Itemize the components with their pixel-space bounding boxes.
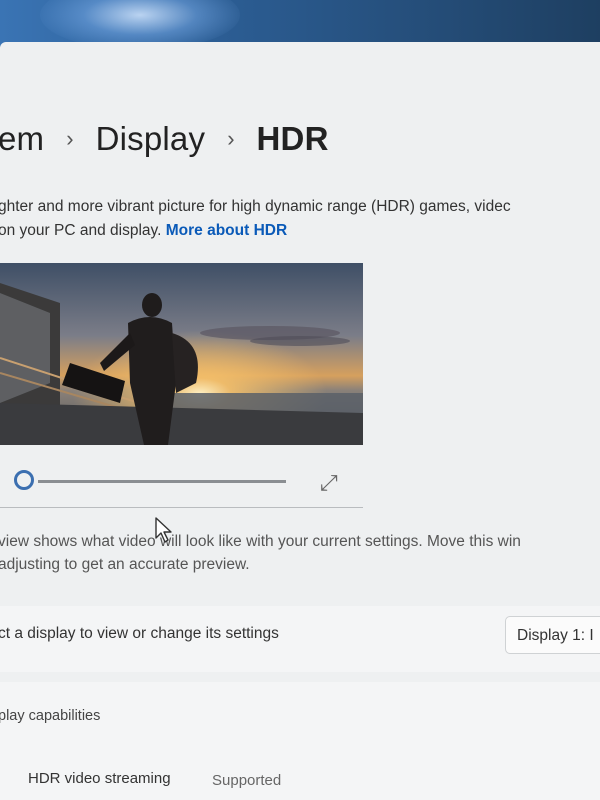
hdr-video-preview[interactable] — [0, 263, 363, 445]
mouse-pointer-icon — [155, 517, 172, 543]
preview-hint: view shows what video will look like wit… — [0, 530, 521, 576]
display-select-label: ct a display to view or change its setti… — [0, 625, 279, 642]
more-about-hdr-link[interactable]: More about HDR — [166, 222, 287, 239]
breadcrumb-item-system[interactable]: em — [0, 120, 44, 158]
breadcrumb-item-display[interactable]: Display — [96, 120, 206, 158]
description-line-2: on your PC and display. More about HDR — [0, 219, 600, 243]
description-line-2-text: on your PC and display. — [0, 222, 162, 239]
capability-label-hdr-video-streaming: HDR video streaming — [28, 770, 171, 787]
display-dropdown[interactable]: Display 1: I — [505, 616, 600, 654]
capability-value-hdr-video-streaming: Supported — [212, 772, 282, 789]
hdr-description: ghter and more vibrant picture for high … — [0, 195, 600, 243]
expand-fullscreen-icon[interactable]: ⤢ — [320, 470, 338, 496]
preview-scrubber-track[interactable] — [38, 480, 286, 483]
preview-scrubber-thumb[interactable] — [14, 470, 34, 490]
breadcrumb: em › Display › HDR — [0, 120, 329, 158]
display-dropdown-value: Display 1: I — [517, 627, 594, 644]
description-line-1: ghter and more vibrant picture for high … — [0, 198, 511, 215]
display-capabilities-title: play capabilities — [0, 708, 101, 724]
chevron-right-icon: › — [227, 126, 235, 151]
preview-hint-line-2: adjusting to get an accurate preview. — [0, 556, 250, 573]
divider — [0, 507, 363, 508]
chevron-right-icon: › — [66, 126, 74, 151]
preview-hint-line-1: view shows what video will look like wit… — [0, 533, 521, 550]
preview-scene-image — [0, 263, 363, 445]
page-title: HDR — [256, 120, 329, 157]
